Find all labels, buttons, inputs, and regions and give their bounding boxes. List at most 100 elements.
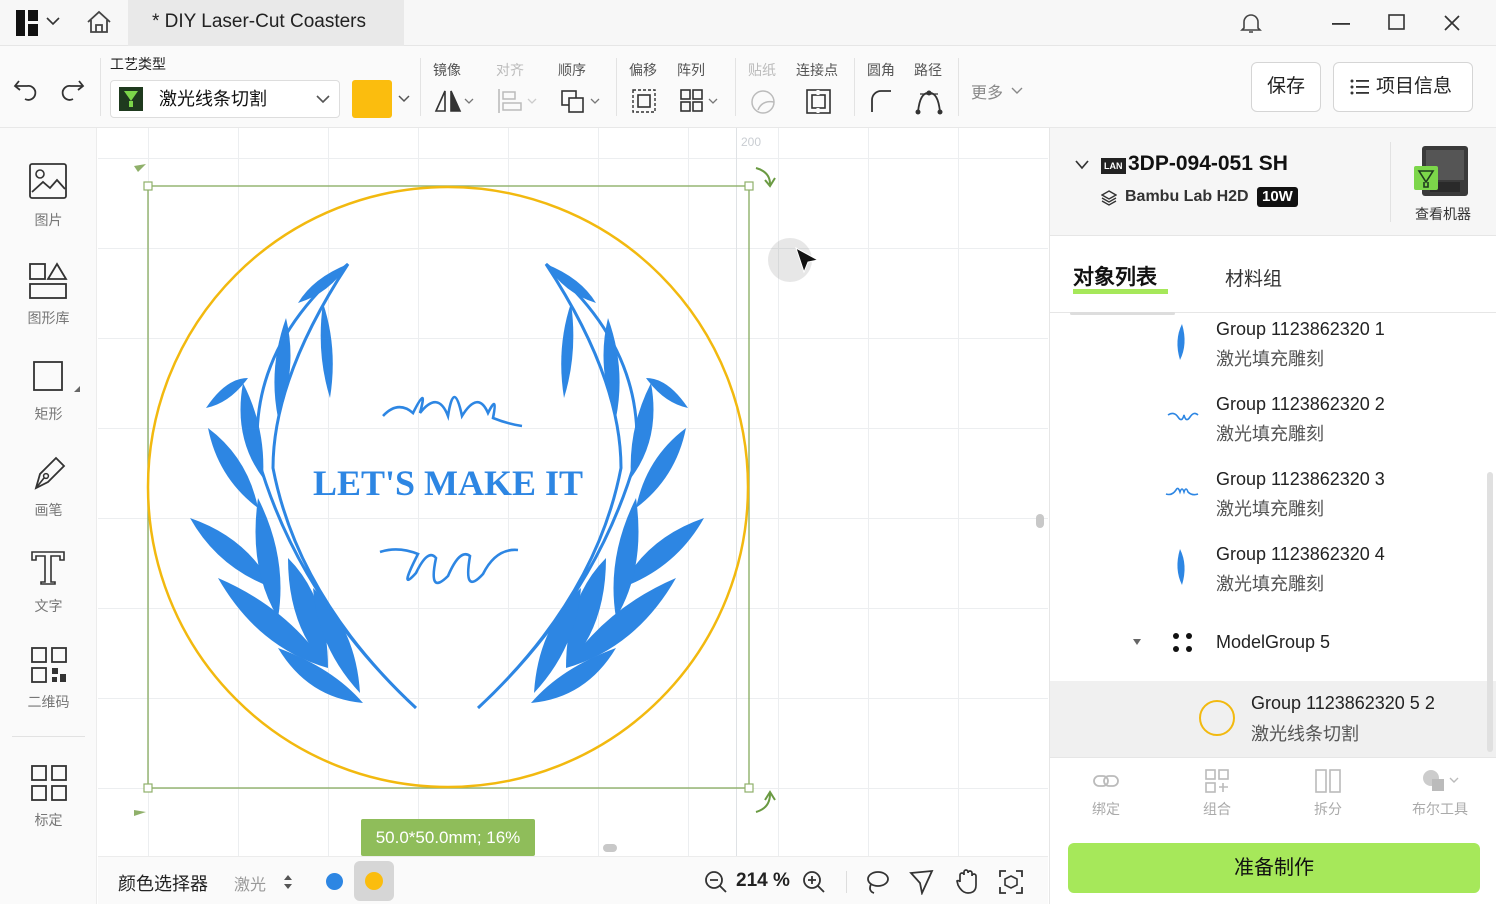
flourish-bottom [379, 548, 519, 585]
laser-line-cut-icon [119, 87, 143, 111]
home-icon[interactable] [85, 9, 113, 35]
process-type-value: 激光线条切割 [159, 89, 267, 109]
boolean-icon [1423, 770, 1459, 791]
bridge-icon[interactable] [805, 88, 833, 116]
document-title: * DIY Laser-Cut Coasters [152, 11, 367, 32]
color-swatch-selected-bg[interactable] [354, 861, 394, 901]
sidebar-item-image[interactable]: 图片 [0, 162, 97, 232]
zoom-in-icon[interactable] [802, 870, 826, 894]
group-button[interactable]: 组合 [1177, 768, 1257, 819]
bell-icon[interactable] [1239, 11, 1263, 35]
maximize-icon[interactable] [1387, 13, 1407, 33]
sidebar-item-text[interactable]: 文字 [0, 548, 97, 618]
list-item[interactable]: Group 1123862320 2 激光填充雕刻 [1050, 389, 1485, 464]
sidebar-item-pen[interactable]: 画笔 [0, 454, 97, 524]
left-tool-sidebar: 图片 图形库 矩形 画笔 文字 二维码 标定 [0, 128, 97, 904]
sidebar-item-qrcode[interactable]: 二维码 [0, 646, 97, 716]
color-swatch-yellow[interactable] [365, 872, 383, 890]
toolbar: 工艺类型 激光线条切割 镜像 对齐 顺序 偏移 阵列 贴纸 连接点 圆角 路径 … [0, 46, 1496, 128]
process-color-swatch[interactable] [352, 80, 392, 118]
updown-icon[interactable] [282, 873, 294, 891]
boolean-tools-label: 布尔工具 [1412, 801, 1468, 817]
toolbar-divider [100, 58, 101, 116]
object-process: 激光填充雕刻 [1216, 574, 1324, 594]
project-info-button[interactable]: 项目信息 [1333, 62, 1473, 112]
list-item[interactable]: Group 1123862320 3 激光填充雕刻 [1050, 464, 1485, 539]
object-name: Group 1123862320 5 2 [1251, 693, 1435, 713]
split-button[interactable]: 拆分 [1288, 768, 1368, 819]
group-icon [1205, 769, 1229, 793]
list-item[interactable]: Group 1123862320 1 激光填充雕刻 [1050, 314, 1485, 389]
resize-handle [744, 181, 754, 191]
select-pointer-icon[interactable] [908, 869, 936, 895]
redo-icon[interactable] [58, 76, 86, 102]
chevron-down-icon[interactable] [1074, 159, 1090, 171]
design-artwork[interactable]: LET'S MAKE IT [98, 128, 1048, 856]
order-icon[interactable] [560, 88, 604, 114]
vertical-scrollbar[interactable] [1036, 514, 1044, 528]
chevron-down-icon[interactable] [46, 16, 60, 26]
array-label: 阵列 [677, 62, 705, 78]
boolean-tools-button[interactable]: 布尔工具 [1400, 768, 1480, 819]
machine-divider [1390, 142, 1391, 222]
mirror-icon[interactable] [433, 88, 477, 114]
collapse-triangle-icon[interactable] [1132, 638, 1142, 646]
close-icon[interactable] [1442, 13, 1462, 33]
document-tab[interactable]: * DIY Laser-Cut Coasters [128, 0, 404, 46]
sidebar-item-shape-library[interactable]: 图形库 [0, 262, 97, 332]
horizontal-scrollbar[interactable] [603, 844, 617, 852]
view-machine-label[interactable]: 查看机器 [1415, 204, 1471, 224]
undo-icon[interactable] [12, 76, 40, 102]
qrcode-icon [31, 647, 67, 683]
array-icon[interactable] [679, 88, 723, 114]
flourish-top [382, 395, 523, 428]
sidebar-item-label: 二维码 [27, 694, 70, 710]
more-button[interactable]: 更多 [971, 79, 1003, 103]
prepare-button[interactable]: 准备制作 [1068, 843, 1480, 893]
bind-button[interactable]: 绑定 [1066, 768, 1146, 819]
list-scrollbar[interactable] [1487, 472, 1493, 752]
fillet-icon[interactable] [869, 88, 895, 114]
sticker-label: 贴纸 [748, 62, 776, 78]
lan-badge: LAN [1101, 158, 1126, 174]
machine-card[interactable]: LAN 3DP-094-051 SH Bambu Lab H2D 10W 查看机… [1050, 128, 1496, 236]
rectangle-icon [33, 361, 80, 392]
bridge-label: 连接点 [796, 62, 838, 78]
flourish-thumb-icon [1165, 487, 1199, 496]
mode-select[interactable]: 激光 [234, 871, 266, 895]
zoom-out-icon[interactable] [704, 870, 728, 894]
path-edit-icon[interactable] [914, 88, 944, 116]
bottom-divider [846, 871, 847, 893]
flourish-thumb-icon [1167, 412, 1199, 421]
save-button[interactable]: 保存 [1251, 62, 1321, 112]
list-item-group[interactable]: ModelGroup 5 [1050, 614, 1485, 674]
object-process: 激光填充雕刻 [1216, 424, 1324, 444]
minimize-icon[interactable] [1332, 22, 1352, 26]
chevron-down-icon[interactable] [398, 95, 410, 103]
object-name: Group 1123862320 4 [1216, 544, 1385, 564]
sidebar-item-label: 画笔 [34, 502, 63, 518]
list-item-selected[interactable]: Group 1123862320 5 2 激光线条切割 [1050, 681, 1496, 757]
chevron-down-icon[interactable] [1010, 86, 1024, 96]
list-item[interactable]: Group 1123862320 4 激光填充雕刻 [1050, 539, 1485, 614]
rotate-handle-icon [755, 167, 771, 185]
machine-name: 3DP-094-051 SH [1128, 152, 1288, 175]
sidebar-item-rectangle[interactable]: 矩形 [0, 358, 97, 428]
resize-handle [143, 181, 153, 191]
app-logo-icon[interactable] [16, 10, 40, 36]
offset-icon[interactable] [631, 88, 657, 114]
sidebar-item-calibrate[interactable]: 标定 [0, 764, 97, 834]
pen-icon [34, 456, 66, 490]
sticker-icon [751, 90, 775, 114]
design-canvas[interactable]: 200 LET'S MAKE IT 50.0*50.0mm; 16% [98, 128, 1048, 856]
lasso-icon[interactable] [864, 869, 890, 895]
object-process: 激光线条切割 [1251, 724, 1359, 744]
printer-machine-icon[interactable] [1412, 144, 1472, 198]
fit-view-icon[interactable] [998, 869, 1024, 895]
project-info-label: 项目信息 [1375, 76, 1452, 97]
color-swatch-blue[interactable] [326, 873, 343, 890]
tab-material-group[interactable]: 材料组 [1225, 264, 1282, 291]
object-name: Group 1123862320 2 [1216, 394, 1385, 414]
hand-pan-icon[interactable] [954, 867, 980, 895]
process-type-select[interactable]: 激光线条切割 [110, 80, 340, 118]
